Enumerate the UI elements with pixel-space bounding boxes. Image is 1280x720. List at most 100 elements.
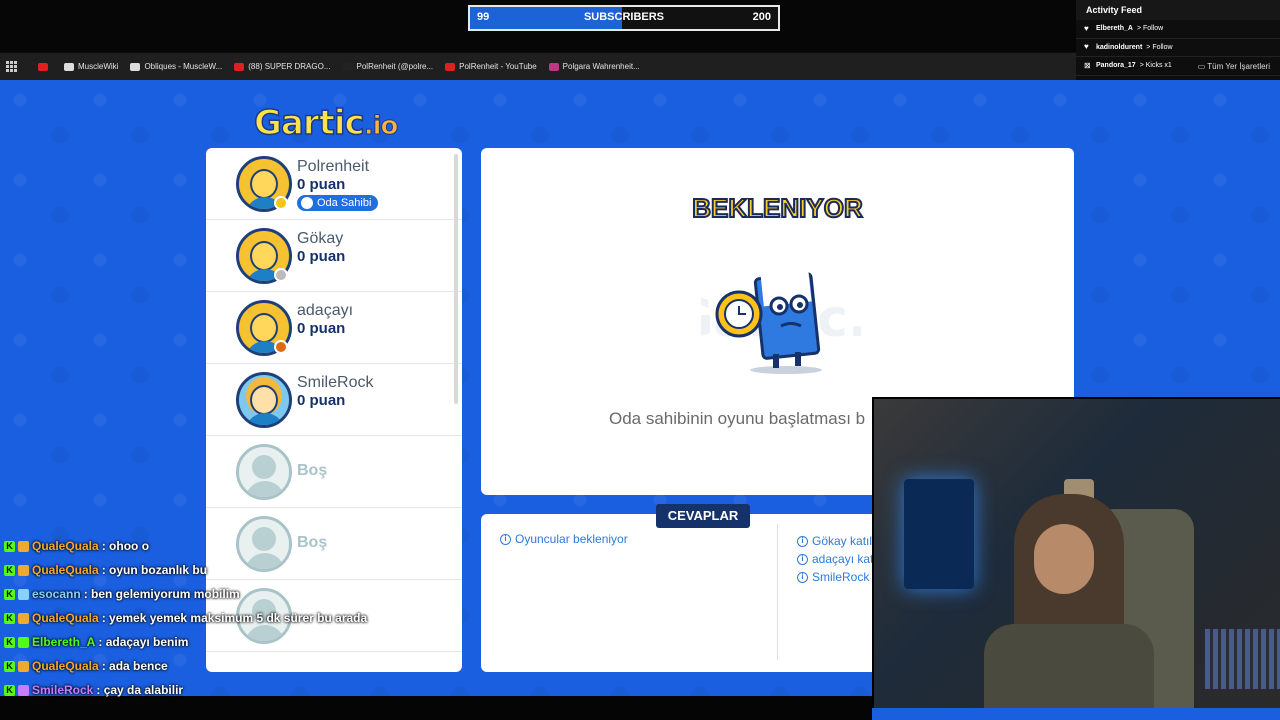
kick-badge-icon: K [4,540,15,552]
bookmark-label: MuscleWiki [78,62,119,71]
bookmark-item[interactable]: MuscleWiki [64,62,118,71]
player-status-dot [274,196,288,210]
player-name: Polrenheit [297,158,370,175]
kick-icon: ⊠ [1084,60,1091,70]
user-badge-icon [18,636,29,648]
join-message: i adaçayı kat [797,550,873,568]
answers-status: i Oyuncular bekleniyor [500,532,628,546]
waiting-mascot-image: Gartic.io [701,271,861,374]
player-points: 0 puan [297,320,346,337]
chat-message: K QualeQuala: yemek yemek maksimum 5 dk s… [4,606,474,630]
player-row[interactable]: Gökay 0 puan [206,220,462,292]
kick-badge-icon: K [4,636,15,648]
chat-text: : çay da alabilir [96,683,184,697]
activity-user: kadinoldurent [1096,43,1143,51]
player-status-dot [274,340,288,354]
webcam-bookshelf [1205,629,1280,689]
chat-text: : adaçayı benim [98,635,189,649]
player-name: Boş [297,462,328,479]
webcam-person-face [1034,524,1094,594]
heart-icon: ♥ [1084,23,1089,33]
bookmark-item[interactable]: (88) SUPER DRAGO... [234,62,331,71]
join-message: i SmileRock [797,568,873,586]
player-row[interactable]: adaçayı 0 puan [206,292,462,364]
bookmark-favicon-icon [130,62,141,71]
chat-username: QualeQuala [32,563,99,577]
player-points: 0 puan [297,176,346,193]
info-icon: i [797,571,808,583]
kick-badge-icon: K [4,564,15,576]
player-name: SmileRock [297,374,374,391]
user-badge-icon [18,588,29,600]
chat-text: : ohoo o [101,539,150,553]
logo-main: Gartic [253,102,365,144]
bookmark-favicon-icon [445,62,456,71]
apps-grid-icon[interactable] [6,60,18,73]
activity-action: > Follow [1146,43,1173,51]
player-row[interactable]: SmileRock 0 puan [206,364,462,436]
bookmark-item[interactable]: Obliques - MuscleW... [130,62,222,71]
logo-suffix: .io [363,111,399,142]
answers-status-text: Oyuncular bekleniyor [515,532,628,546]
activity-feed-title: Activity Feed [1076,0,1280,20]
chat-message: K QualeQuala: oyun bozanlık bu [4,558,474,582]
player-row[interactable]: Boş [206,436,462,508]
activity-feed-item: ♥ Elbereth_A > Follow [1076,20,1280,39]
bookmarks-bar: MuscleWiki Obliques - MuscleW... (88) SUPE… [0,53,1076,80]
chat-username: SmileRock [32,683,94,697]
answers-divider [777,524,778,660]
chat-text: : ben gelemiyorum mobilim [83,587,240,601]
player-points: 0 puan [297,248,346,265]
bookmark-label: PolRenheit (@polre... [356,62,434,71]
subscriber-goal-label: SUBSCRIBERS [583,11,665,23]
join-text: adaçayı kat [812,552,874,566]
bookmark-label: Polgara Wahrenheit... [562,62,640,71]
player-row[interactable]: Polrenheit 0 puan Oda Sahibi [206,148,462,220]
folder-icon: ▭ [1197,62,1206,71]
chat-message: K Elbereth_A: adaçayı benim [4,630,474,654]
room-owner-badge: Oda Sahibi [297,195,379,211]
player-avatar [236,444,292,500]
bookmark-favicon-icon [38,62,48,71]
bookmark-item[interactable] [38,62,52,71]
waiting-message: Oda sahibinin oyunu başlatması b [609,409,866,428]
bookmark-label: (88) SUPER DRAGO... [248,62,331,71]
join-text: SmileRock [812,570,870,584]
player-status-dot [274,268,288,282]
info-icon: i [500,533,511,545]
waiting-title: BEKLENIYOR [691,192,863,224]
answers-tab[interactable]: CEVAPLAR [656,504,750,528]
player-avatar [236,372,292,428]
bookmark-item[interactable]: PolRenheit (@polre... [342,62,434,71]
other-bookmarks[interactable]: ▭ Tüm Yer İşaretleri [1198,62,1270,71]
crown-icon [301,197,313,209]
other-bookmarks-label: Tüm Yer İşaretleri [1207,62,1270,71]
user-badge-icon [18,612,29,624]
bookmark-item[interactable]: PolRenheit - YouTube [445,62,537,71]
user-badge-icon [18,684,29,696]
chat-username: QualeQuala [32,539,99,553]
heart-icon: ♥ [1084,42,1089,52]
player-name: Gökay [297,230,344,247]
user-badge-icon [18,540,29,552]
join-messages: i Gökay katıl i adaçayı kat i SmileRock [797,532,873,586]
chat-username: Elbereth_A [32,635,96,649]
webcam-overlay [872,397,1280,708]
kick-badge-icon: K [4,684,15,696]
player-list-scrollbar[interactable] [454,154,458,404]
activity-action: > Follow [1136,25,1164,33]
bookmark-item[interactable]: Polgara Wahrenheit... [548,62,640,71]
activity-action: > Kicks x1 [1139,62,1172,70]
bookmark-label: PolRenheit - YouTube [459,62,537,71]
player-points: 0 puan [297,392,346,409]
chat-text: : oyun bozanlık bu [101,563,208,577]
bookmark-favicon-icon [234,62,245,71]
chat-username: QualeQuala [32,659,99,673]
join-message: i Gökay katıl [797,532,873,550]
chat-overlay: K QualeQuala: ohoo o K QualeQuala: oyun boz… [4,534,474,702]
gartic-logo: Gartic.io [253,102,399,144]
info-icon: i [797,553,808,565]
chat-message: Kesocann: ben gelemiyorum mobilim [4,582,474,606]
room-owner-label: Oda Sahibi [317,197,372,209]
chat-message: K SmileRock: çay da alabilir [4,678,474,702]
